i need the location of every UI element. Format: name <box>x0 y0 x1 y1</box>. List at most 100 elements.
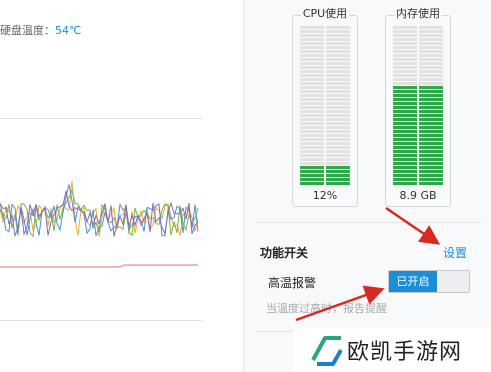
watermark-logo-icon <box>311 336 343 366</box>
meter-segment <box>300 126 324 129</box>
meter-segment <box>393 58 417 61</box>
meter-segment <box>393 126 417 129</box>
watermark-text: 欧凯手游网 <box>347 340 463 365</box>
meter-segment <box>300 154 324 157</box>
meter-segment <box>393 114 417 117</box>
meter-segment <box>419 106 443 109</box>
meter-segment <box>300 178 324 181</box>
meter-segment <box>419 98 443 101</box>
meter-segment <box>393 46 417 49</box>
meter-segment <box>419 42 443 45</box>
meter-segment <box>326 138 350 141</box>
meter-segment <box>419 170 443 173</box>
meter-segment <box>326 54 350 57</box>
meter-segment <box>326 106 350 109</box>
meter-segment <box>393 50 417 53</box>
meter-segment <box>300 122 324 125</box>
meter-segment <box>419 58 443 61</box>
meter-segment <box>393 118 417 121</box>
meter-segment <box>419 158 443 161</box>
meter-segment <box>393 98 417 101</box>
meter-segment <box>419 34 443 37</box>
meter-segment <box>419 94 443 97</box>
meter-segment <box>393 110 417 113</box>
disk-temperature: 硬盘温度：54℃ <box>0 22 81 38</box>
meter-segment <box>419 102 443 105</box>
meter-segment <box>326 26 350 29</box>
meter-segment <box>300 54 324 57</box>
meter-segment <box>326 86 350 89</box>
meter-segment <box>393 42 417 45</box>
meter-segment <box>300 138 324 141</box>
meter-segment <box>326 74 350 77</box>
meter-segment <box>300 134 324 137</box>
meter-segment <box>393 182 417 185</box>
meter-segment <box>326 82 350 85</box>
meter-segment <box>326 122 350 125</box>
meter-segment <box>393 34 417 37</box>
meter-segment <box>393 158 417 161</box>
memory-meter-title: 内存使用 <box>394 7 442 20</box>
meter-segment <box>393 90 417 93</box>
cpu-meter: CPU使用 12% <box>292 7 358 207</box>
meter-segment <box>326 50 350 53</box>
meter-segment <box>326 130 350 133</box>
meter-segment <box>326 110 350 113</box>
meter-segment <box>326 118 350 121</box>
meter-segment <box>419 134 443 137</box>
meter-segment <box>393 106 417 109</box>
meter-segment <box>393 142 417 145</box>
high-temp-alarm-toggle[interactable]: 已开启 <box>388 270 470 293</box>
meter-segment <box>326 170 350 173</box>
meter-segment <box>419 130 443 133</box>
meter-segment <box>326 134 350 137</box>
meter-segment <box>300 130 324 133</box>
meter-segment <box>393 102 417 105</box>
meter-segment <box>300 182 324 185</box>
meter-segment <box>300 50 324 53</box>
meter-segment <box>419 82 443 85</box>
meter-segment <box>419 90 443 93</box>
meter-segment <box>300 102 324 105</box>
meter-segment <box>419 166 443 169</box>
meter-segment <box>419 142 443 145</box>
meter-segment <box>419 118 443 121</box>
meter-segment <box>326 66 350 69</box>
meter-segment <box>326 34 350 37</box>
meter-segment <box>393 66 417 69</box>
meter-segment <box>393 170 417 173</box>
meter-segment <box>326 174 350 177</box>
meter-segment <box>393 86 417 89</box>
section-divider <box>256 222 481 223</box>
meter-segment <box>300 34 324 37</box>
meter-segment <box>393 178 417 181</box>
chart-top-border <box>0 118 202 119</box>
settings-link[interactable]: 设置 <box>443 244 467 261</box>
cpu-meter-title: CPU使用 <box>300 7 350 20</box>
meter-segment <box>300 114 324 117</box>
meter-segment <box>300 86 324 89</box>
meter-segment <box>326 58 350 61</box>
meter-segment <box>419 30 443 33</box>
meter-segment <box>326 142 350 145</box>
meter-segment <box>300 142 324 145</box>
meter-segment <box>419 54 443 57</box>
meter-segment <box>393 130 417 133</box>
meter-segment <box>300 90 324 93</box>
meter-segment <box>326 178 350 181</box>
meter-segment <box>300 98 324 101</box>
meter-segment <box>300 150 324 153</box>
meter-segment <box>300 30 324 33</box>
cpu-usage-bar <box>300 26 350 185</box>
meter-segment <box>326 158 350 161</box>
alarm-threshold-line-2 <box>119 264 125 268</box>
toggle-on-label: 已开启 <box>389 271 437 292</box>
cpu-usage-value: 12% <box>312 189 338 202</box>
meter-segment <box>300 170 324 173</box>
meter-segment <box>393 138 417 141</box>
meter-segment <box>419 154 443 157</box>
meter-segment <box>419 126 443 129</box>
temperature-panel: 硬盘温度：54℃ <box>0 0 240 372</box>
meter-segment <box>326 94 350 97</box>
memory-usage-bar <box>393 26 443 185</box>
